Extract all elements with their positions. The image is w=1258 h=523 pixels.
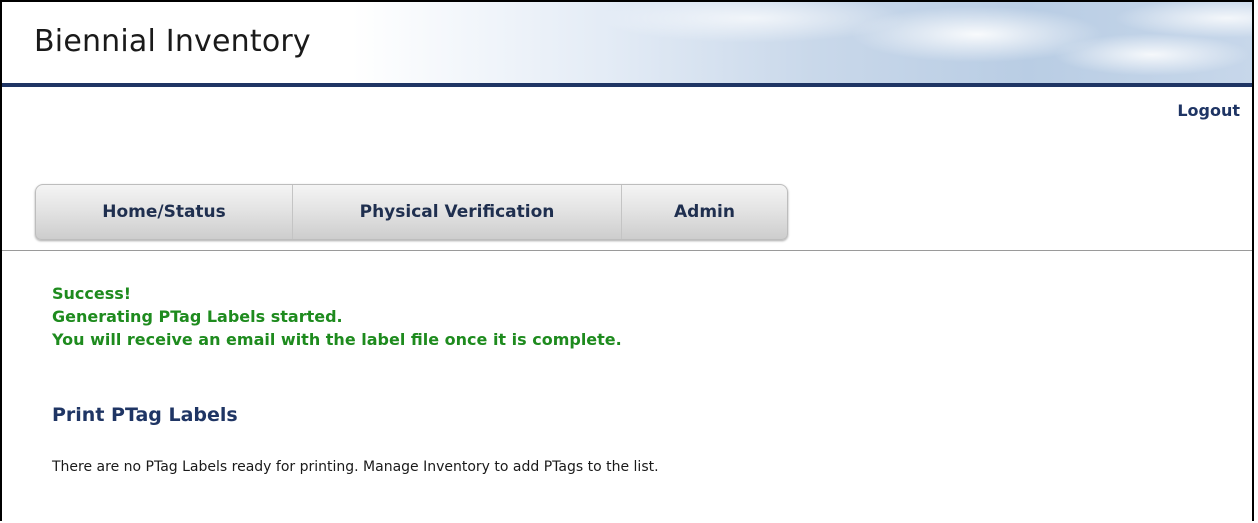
success-message: Success! Generating PTag Labels started.… — [52, 282, 622, 351]
tab-home-status[interactable]: Home/Status — [36, 185, 292, 239]
nav-divider — [2, 250, 1252, 251]
tab-admin[interactable]: Admin — [621, 185, 787, 239]
main-nav: Home/Status Physical Verification Admin — [35, 184, 788, 240]
app-window: Biennial Inventory Logout Home/Status Ph… — [0, 0, 1254, 521]
no-labels-message: There are no PTag Labels ready for print… — [52, 459, 659, 475]
success-detail: Generating PTag Labels started. — [52, 307, 343, 326]
print-ptag-labels-heading: Print PTag Labels — [52, 404, 238, 426]
app-header: Biennial Inventory — [2, 2, 1252, 87]
app-title: Biennial Inventory — [34, 24, 311, 59]
tab-physical-verification[interactable]: Physical Verification — [292, 185, 621, 239]
success-title: Success! — [52, 284, 132, 303]
logout-link[interactable]: Logout — [1177, 101, 1240, 120]
success-email-note: You will receive an email with the label… — [52, 330, 622, 349]
